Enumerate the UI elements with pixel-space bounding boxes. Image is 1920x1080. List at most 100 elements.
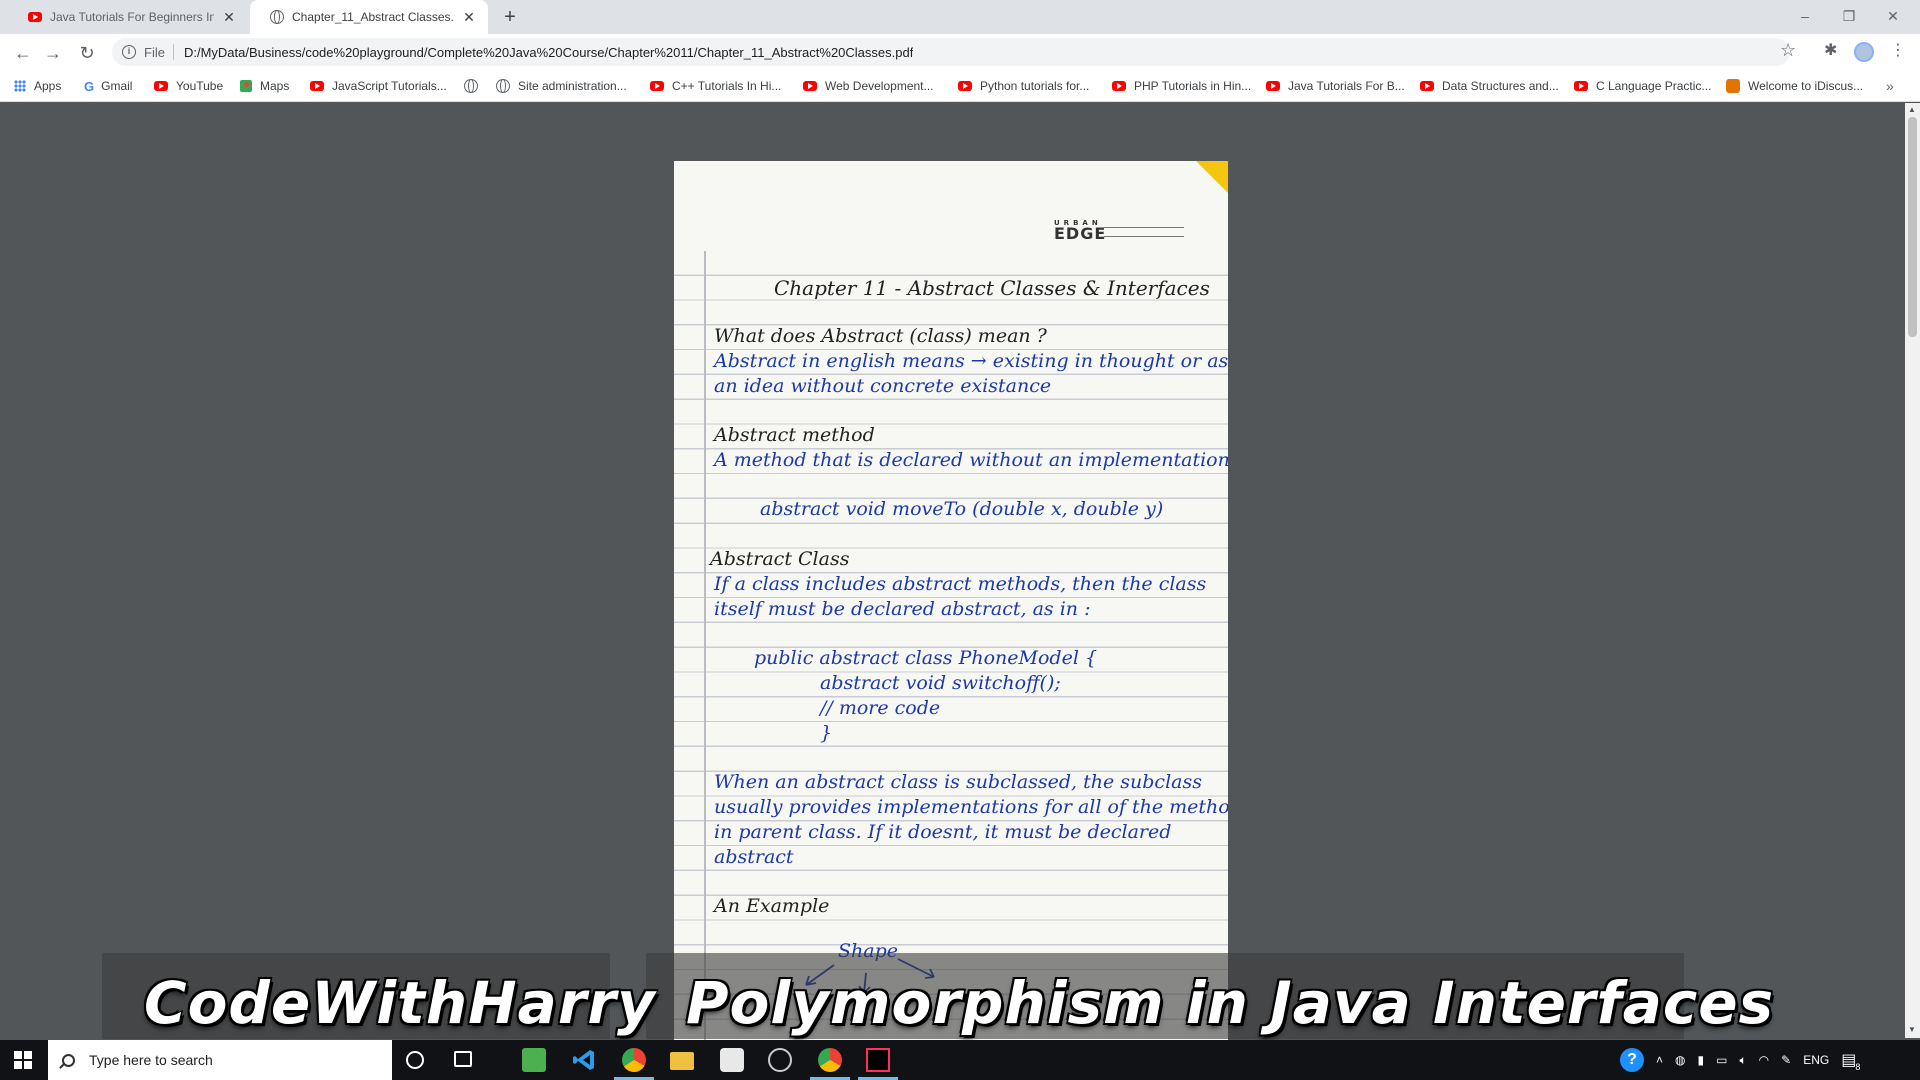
notification-count: 8 <box>1855 1062 1861 1072</box>
bookmark-php[interactable]: PHP Tutorials in Hin... <box>1112 70 1251 102</box>
channel-name: CodeWithHarry <box>144 969 656 1037</box>
youtube-icon <box>1112 81 1126 91</box>
network-icon[interactable]: ◍ <box>1675 1053 1685 1067</box>
restore-button[interactable]: ❐ <box>1834 4 1864 28</box>
chevron-up-icon[interactable]: ˄ <box>1656 1053 1663 1067</box>
maps-icon <box>240 80 252 92</box>
bookmark-label: Python tutorials for... <box>980 79 1090 93</box>
bookmark-site-admin[interactable]: Site administration... <box>496 70 627 102</box>
microphone-icon[interactable]: ▮ <box>1698 1053 1705 1067</box>
bookmark-label: YouTube <box>176 79 224 93</box>
cortana-icon[interactable] <box>406 1051 424 1069</box>
code-line: } <box>820 722 833 744</box>
tab-java-tutorials[interactable]: Java Tutorials For Beginners In Hi ✕ <box>8 0 248 34</box>
section-text: If a class includes abstract methods, th… <box>714 573 1207 595</box>
globe-icon <box>464 79 478 93</box>
youtube-icon <box>1420 81 1434 91</box>
section-text: abstract <box>714 846 794 868</box>
bookmark-label: Site administration... <box>518 79 627 93</box>
obs-icon[interactable] <box>768 1048 792 1072</box>
question-heading: What does Abstract (class) mean ? <box>714 325 1047 347</box>
volume-icon[interactable]: 🔈︎ <box>1739 1053 1746 1068</box>
windows-start-icon[interactable] <box>14 1051 32 1069</box>
close-icon[interactable]: ✕ <box>460 8 478 26</box>
vscode-icon[interactable] <box>572 1048 596 1072</box>
wifi-icon[interactable]: ◠ <box>1759 1053 1769 1067</box>
menu-kebab-icon[interactable]: ⋮ <box>1890 40 1906 60</box>
bookmark-maps[interactable]: Maps <box>240 70 289 102</box>
bookmark-idiscuss[interactable]: Welcome to iDiscus... <box>1726 70 1863 102</box>
bookmark-dsa[interactable]: Data Structures and... <box>1420 70 1559 102</box>
page-title: Chapter 11 - Abstract Classes & Interfac… <box>774 276 1210 300</box>
youtube-icon <box>650 81 664 91</box>
extensions-icon[interactable]: ✱ <box>1824 40 1837 60</box>
youtube-icon <box>958 81 972 91</box>
back-arrow-icon[interactable]: ← <box>10 40 36 66</box>
bookmark-java[interactable]: Java Tutorials For B... <box>1266 70 1405 102</box>
bookmark-label: Apps <box>34 79 62 93</box>
margin-line <box>704 251 706 1041</box>
bookmark-python[interactable]: Python tutorials for... <box>958 70 1089 102</box>
avatar[interactable] <box>1854 42 1874 62</box>
pen-icon[interactable]: ✎ <box>1781 1053 1791 1067</box>
bookmark-javascript[interactable]: JavaScript Tutorials... <box>310 70 447 102</box>
url-text[interactable]: D:/MyData/Business/code%20playground/Com… <box>184 45 913 60</box>
bookmark-label: Web Development... <box>825 79 934 93</box>
section-text: A method that is declared without an imp… <box>714 449 1228 471</box>
bookmark-label: Java Tutorials For B... <box>1288 79 1405 93</box>
bookmarks-bar: Apps G Gmail YouTube Maps JavaScript Tut… <box>0 70 1920 102</box>
scroll-thumb[interactable] <box>1908 117 1917 337</box>
chrome-profile-icon[interactable] <box>818 1048 842 1072</box>
youtube-icon <box>310 81 324 91</box>
reload-icon[interactable]: ↻ <box>74 40 100 66</box>
bookmark-youtube[interactable]: YouTube <box>154 70 223 102</box>
code-line: public abstract class PhoneModel { <box>754 647 1098 669</box>
section-heading: Abstract Class <box>710 548 850 570</box>
minimize-button[interactable]: – <box>1790 4 1820 28</box>
app-icon[interactable] <box>720 1048 744 1072</box>
video-title: Polymorphism in Java Interfaces <box>686 969 1775 1037</box>
chrome-icon[interactable] <box>622 1048 646 1072</box>
taskbar-search-input[interactable]: Type here to search <box>48 1040 392 1080</box>
globe-icon <box>270 10 284 24</box>
new-tab-button[interactable]: + <box>498 6 522 30</box>
scroll-up-icon[interactable]: ▲ <box>1908 105 1916 114</box>
bookmark-gmail[interactable]: G Gmail <box>84 70 132 102</box>
task-view-icon[interactable] <box>454 1051 472 1067</box>
close-window-button[interactable]: ✕ <box>1878 4 1908 28</box>
file-explorer-icon[interactable] <box>670 1052 694 1070</box>
forward-arrow-icon[interactable]: → <box>40 40 66 66</box>
answer-text: Abstract in english means → existing in … <box>714 350 1228 372</box>
bookmark-webdev[interactable]: Web Development... <box>803 70 934 102</box>
bookmark-c-language[interactable]: C Language Practic... <box>1574 70 1711 102</box>
discuss-icon <box>1726 79 1740 93</box>
close-icon[interactable]: ✕ <box>220 8 238 26</box>
language-indicator[interactable]: ENG <box>1803 1053 1829 1067</box>
info-icon[interactable]: i <box>122 45 136 59</box>
tab-title: Java Tutorials For Beginners In Hi <box>50 10 214 24</box>
bookmark-cpp[interactable]: C++ Tutorials In Hi... <box>650 70 781 102</box>
divider <box>172 44 174 60</box>
youtube-icon <box>28 12 42 22</box>
bookmark-label: Welcome to iDiscus... <box>1748 79 1864 93</box>
bookmark-globe[interactable] <box>464 70 486 102</box>
tab-music-icon[interactable] <box>522 1048 546 1072</box>
address-bar[interactable]: i File D:/MyData/Business/code%20playgro… <box>112 38 1790 66</box>
scroll-down-icon[interactable]: ▼ <box>1908 1025 1916 1034</box>
code-line: // more code <box>820 697 941 719</box>
intellij-icon[interactable] <box>866 1048 890 1072</box>
bookmark-label: PHP Tutorials in Hin... <box>1134 79 1252 93</box>
help-icon[interactable]: ? <box>1620 1048 1644 1072</box>
browser-toolbar: ← → ↻ i File D:/MyData/Business/code%20p… <box>0 34 1920 70</box>
answer-text: an idea without concrete existance <box>714 375 1052 397</box>
battery-icon[interactable]: ▭ <box>1716 1053 1727 1067</box>
bookmark-apps[interactable]: Apps <box>14 70 61 102</box>
tab-pdf[interactable]: Chapter_11_Abstract Classes.pdf ✕ <box>250 0 488 34</box>
section-text: in parent class. If it doesnt, it must b… <box>714 821 1172 843</box>
youtube-icon <box>154 81 168 91</box>
bookmarks-more-icon[interactable]: » <box>1886 70 1894 102</box>
bookmark-star-icon[interactable]: ☆ <box>1780 40 1796 61</box>
tab-strip: Java Tutorials For Beginners In Hi ✕ Cha… <box>0 0 1920 34</box>
scrollbar[interactable]: ▲ ▼ <box>1905 103 1920 1038</box>
notification-icon[interactable]: ▤ 8 <box>1841 1050 1860 1072</box>
